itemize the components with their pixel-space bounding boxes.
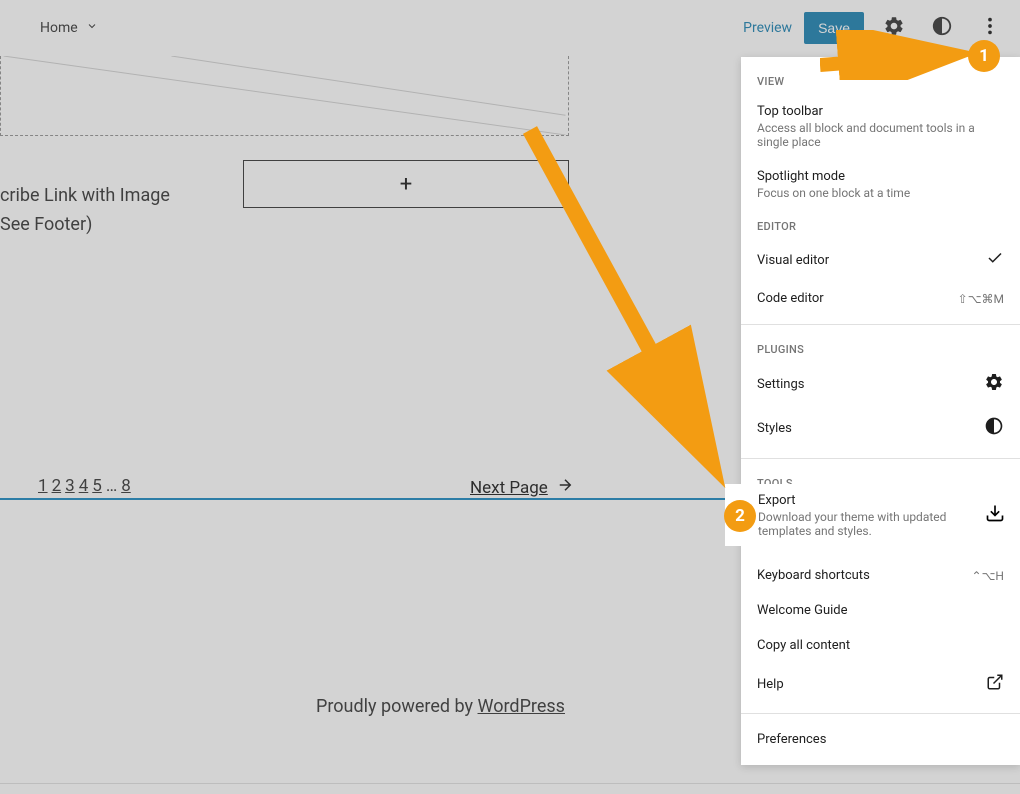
pagination[interactable]: 1 2 3 4 5 … 8 [38, 476, 131, 496]
code-editor-option[interactable]: Code editor ⇧⌥⌘M [741, 281, 1020, 316]
visual-editor-label: Visual editor [757, 253, 829, 268]
footer-divider [0, 783, 1020, 784]
settings-label: Settings [757, 377, 804, 392]
subscribe-text[interactable]: cribe Link with Image See Footer) [0, 182, 170, 240]
help-option[interactable]: Help [741, 663, 1020, 705]
styles-option[interactable]: Styles [741, 406, 1020, 450]
footer-prefix: Proudly powered by [316, 696, 478, 717]
page-1[interactable]: 1 [38, 476, 48, 496]
welcome-guide-option[interactable]: Welcome Guide [741, 593, 1020, 628]
gear-icon [984, 372, 1004, 396]
annotation-arrow-1 [820, 30, 980, 80]
subscribe-line-1: cribe Link with Image [0, 182, 170, 211]
export-desc: Download your theme with updated templat… [758, 510, 985, 538]
subscribe-line-2: See Footer) [0, 211, 170, 240]
footer-link[interactable]: WordPress [478, 696, 565, 717]
styles-label: Styles [757, 421, 792, 436]
options-dropdown: VIEW Top toolbar Access all block and do… [741, 57, 1020, 765]
export-option[interactable]: Export Download your theme with updated … [725, 484, 1020, 546]
editor-section-header: EDITOR [741, 210, 1020, 239]
preferences-option[interactable]: Preferences [741, 722, 1020, 757]
home-dropdown[interactable]: Home [40, 20, 98, 36]
annotation-arrow-2 [510, 120, 740, 490]
copy-label: Copy all content [757, 638, 850, 653]
spotlight-desc: Focus on one block at a time [757, 186, 1004, 200]
contrast-icon [984, 416, 1004, 440]
welcome-label: Welcome Guide [757, 603, 848, 618]
keyboard-label: Keyboard shortcuts [757, 568, 870, 583]
help-label: Help [757, 677, 784, 692]
code-editor-label: Code editor [757, 291, 824, 306]
keyboard-shortcuts-option[interactable]: Keyboard shortcuts ⌃⌥H [741, 558, 1020, 593]
top-toolbar-desc: Access all block and document tools in a… [757, 121, 1004, 149]
more-vertical-icon [979, 15, 1001, 41]
visual-editor-option[interactable]: Visual editor [741, 239, 1020, 281]
settings-option[interactable]: Settings [741, 362, 1020, 406]
external-link-icon [986, 673, 1004, 695]
image-placeholder[interactable] [0, 56, 569, 136]
annotation-badge-1: 1 [968, 40, 1000, 72]
download-icon [985, 503, 1005, 527]
page-dots: … [106, 476, 117, 496]
copy-all-option[interactable]: Copy all content [741, 628, 1020, 663]
preview-link[interactable]: Preview [743, 20, 792, 36]
plugins-section-header: PLUGINS [741, 333, 1020, 362]
code-shortcut: ⇧⌥⌘M [958, 292, 1004, 306]
plus-icon: + [400, 172, 412, 197]
home-label: Home [40, 20, 78, 36]
keyboard-shortcut: ⌃⌥H [972, 569, 1004, 583]
page-2[interactable]: 2 [52, 476, 62, 496]
top-toolbar-label: Top toolbar [757, 104, 1004, 119]
page-8[interactable]: 8 [121, 476, 131, 496]
chevron-down-icon [86, 20, 98, 36]
footer-credit[interactable]: Proudly powered by WordPress [316, 696, 565, 717]
page-5[interactable]: 5 [92, 476, 102, 496]
spotlight-label: Spotlight mode [757, 169, 1004, 184]
page-4[interactable]: 4 [79, 476, 89, 496]
top-toolbar-option[interactable]: Top toolbar Access all block and documen… [741, 94, 1020, 159]
spotlight-option[interactable]: Spotlight mode Focus on one block at a t… [741, 159, 1020, 210]
preferences-label: Preferences [757, 732, 826, 747]
annotation-badge-2: 2 [724, 500, 756, 532]
export-label: Export [758, 493, 985, 508]
page-3[interactable]: 3 [65, 476, 75, 496]
check-icon [986, 249, 1004, 271]
